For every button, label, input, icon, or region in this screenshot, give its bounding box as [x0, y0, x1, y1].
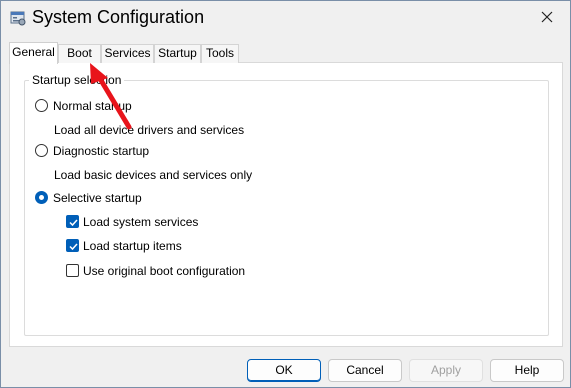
system-configuration-window: System Configuration Startup selection N… [0, 0, 571, 388]
tab-boot[interactable]: Boot [58, 44, 101, 63]
use-original-boot-config-label[interactable]: Use original boot configuration [83, 264, 245, 278]
general-tab-panel: Startup selection Normal startup Load al… [9, 62, 563, 347]
startup-selection-group: Startup selection Normal startup Load al… [24, 73, 549, 336]
close-button[interactable] [524, 1, 570, 35]
apply-button[interactable]: Apply [409, 359, 483, 382]
ok-button[interactable]: OK [247, 359, 321, 382]
load-system-services-label[interactable]: Load system services [83, 215, 198, 229]
checkmark-icon [69, 219, 78, 227]
startup-selection-label: Startup selection [29, 73, 125, 87]
use-original-boot-config-checkbox[interactable] [66, 264, 79, 277]
diagnostic-startup-radio[interactable] [35, 144, 48, 157]
msconfig-app-icon [10, 10, 26, 26]
diagnostic-startup-description: Load basic devices and services only [54, 168, 253, 182]
tab-startup[interactable]: Startup [154, 44, 201, 63]
normal-startup-radio[interactable] [35, 99, 48, 112]
tab-services[interactable]: Services [101, 44, 154, 63]
load-system-services-checkbox[interactable] [66, 215, 79, 228]
help-button[interactable]: Help [490, 359, 564, 382]
selective-startup-label[interactable]: Selective startup [53, 191, 142, 205]
normal-startup-label[interactable]: Normal startup [53, 99, 132, 113]
tab-general[interactable]: General [9, 42, 58, 64]
window-title: System Configuration [32, 7, 205, 27]
load-startup-items-checkbox[interactable] [66, 239, 79, 252]
selective-startup-radio[interactable] [35, 191, 48, 204]
diagnostic-startup-label[interactable]: Diagnostic startup [53, 144, 149, 158]
tab-tools[interactable]: Tools [201, 44, 239, 63]
normal-startup-description: Load all device drivers and services [54, 123, 245, 137]
close-icon [524, 11, 570, 38]
checkmark-icon [69, 243, 78, 251]
title-bar: System Configuration [1, 1, 570, 35]
cancel-button[interactable]: Cancel [328, 359, 402, 382]
load-startup-items-label[interactable]: Load startup items [83, 239, 182, 253]
